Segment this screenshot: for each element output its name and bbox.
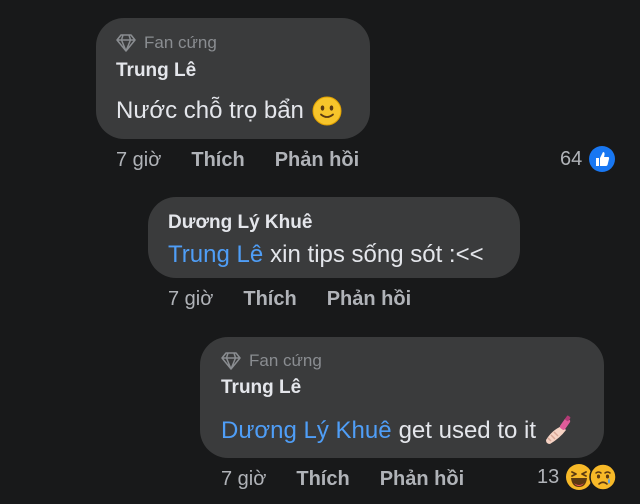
comment-actions: 7 giờ Thích Phản hồi [116,149,389,172]
comment-author[interactable]: Trung Lê [116,60,196,82]
comment-text: Nước chỗ trọ bẩn [116,96,342,126]
top-fan-badge: Fan cứng [221,351,322,371]
nail-polish-icon [546,415,571,444]
reaction-summary[interactable]: 13 [537,463,617,491]
reaction-summary[interactable]: 64 [560,145,616,173]
comment-actions: 7 giờ Thích Phản hồi [221,468,494,491]
reply-button[interactable]: Phản hồi [327,288,411,311]
comment-text: Trung Lê xin tips sống sót :<< [168,241,484,269]
comment-actions: 7 giờ Thích Phản hồi [168,288,441,311]
diamond-icon [116,34,136,52]
reply-button[interactable]: Phản hồi [380,468,464,491]
comment-text: Dương Lý Khuê get used to it [221,414,576,448]
like-button[interactable]: Thích [243,288,296,311]
comment-timestamp[interactable]: 7 giờ [221,468,266,491]
mention-link[interactable]: Dương Lý Khuê [221,417,392,445]
comment-body: Nước chỗ trọ bẩn [116,97,304,124]
reaction-count: 64 [560,147,583,170]
mention-link[interactable]: Trung Lê [168,241,263,269]
diamond-icon [221,352,241,370]
badge-label: Fan cứng [249,351,322,370]
comment-body: xin tips sống sót :<< [270,241,484,268]
like-button[interactable]: Thích [191,149,244,172]
comment-thread: Fan cứng Trung Lê Nước chỗ trọ bẩn 7 giờ… [0,0,640,504]
badge-label: Fan cứng [144,33,217,52]
reply-button[interactable]: Phản hồi [275,149,359,172]
comment-author[interactable]: Dương Lý Khuê [168,212,312,234]
comment-timestamp[interactable]: 7 giờ [116,149,161,172]
comment-author[interactable]: Trung Lê [221,377,301,399]
sad-reaction-icon [589,463,617,491]
comment-body: get used to it [398,417,537,444]
slightly-smiling-face-icon [312,96,342,126]
like-button[interactable]: Thích [296,468,349,491]
like-reaction-icon [589,146,616,172]
reaction-count: 13 [537,465,560,488]
top-fan-badge: Fan cứng [116,33,217,53]
comment-timestamp[interactable]: 7 giờ [168,288,213,311]
